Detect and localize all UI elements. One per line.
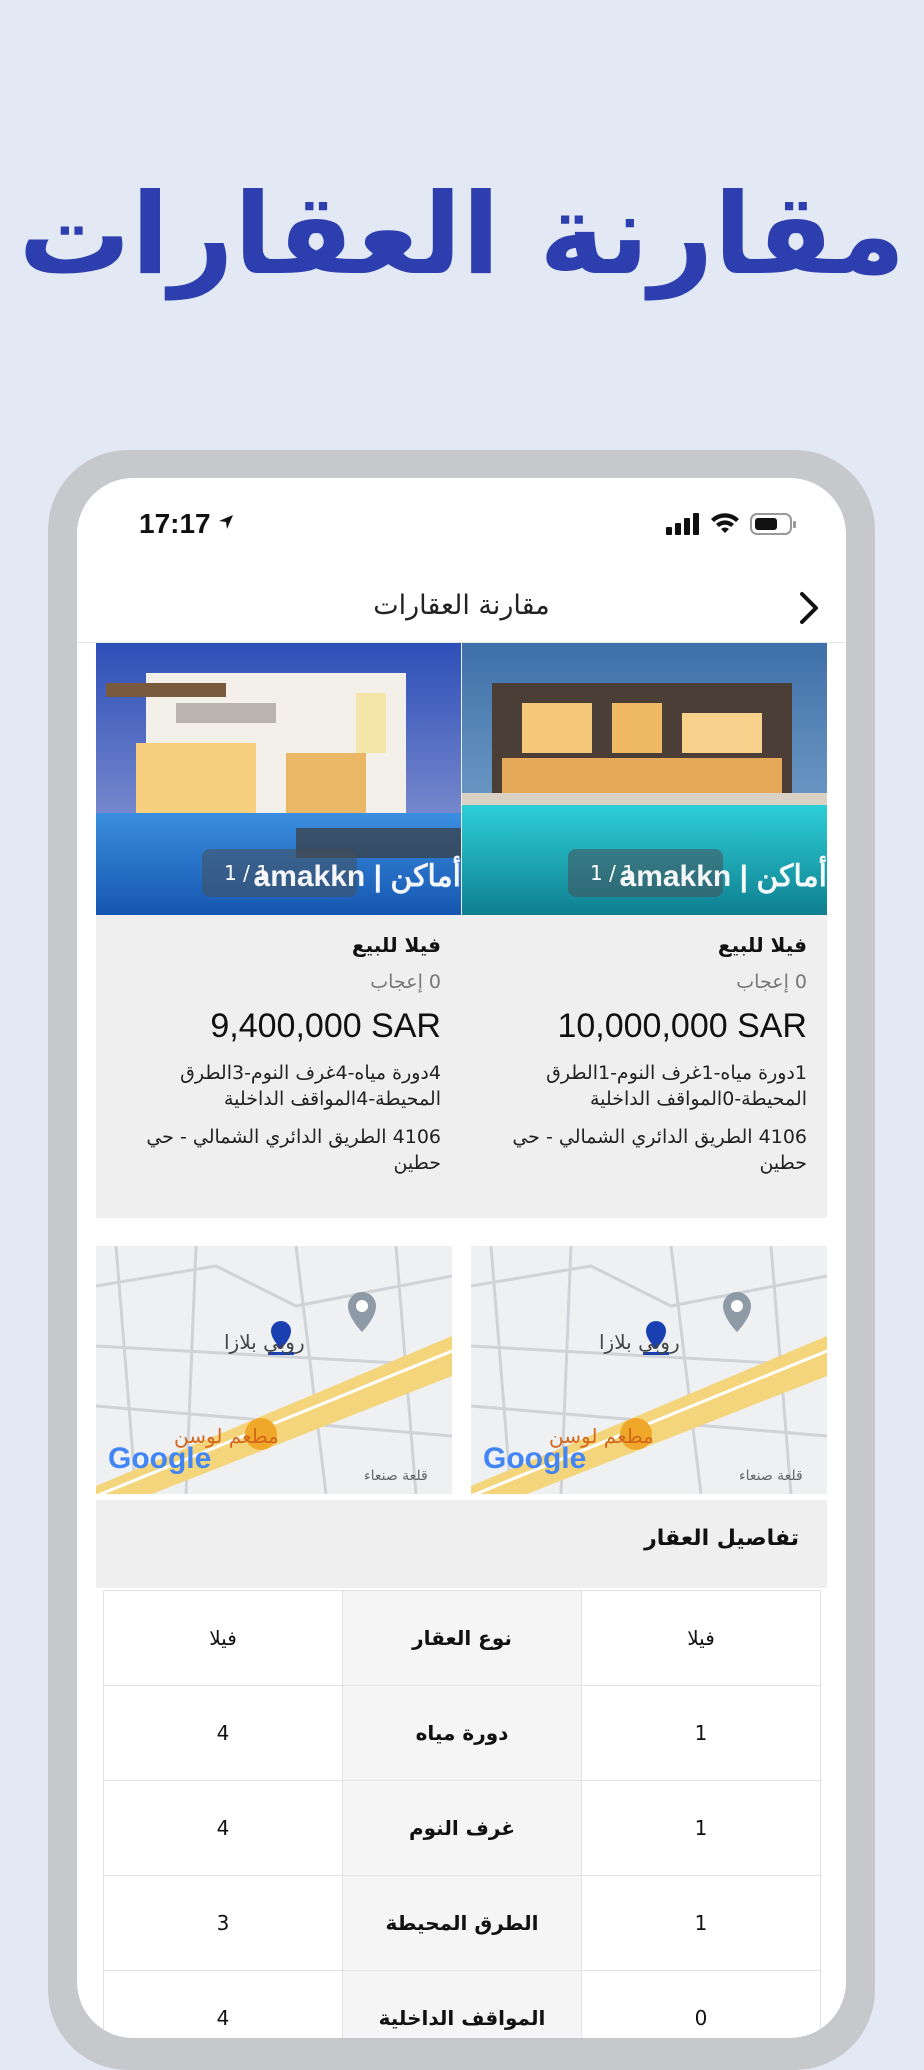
table-cell-right: 1 <box>581 1685 821 1781</box>
property-address: 4106 الطريق الدائري الشمالي - حي حطين <box>146 1126 441 1174</box>
table-cell-label: الطرق المحيطة <box>342 1875 582 1971</box>
table-cell-label: غرف النوم <box>342 1780 582 1876</box>
google-logo: Google <box>483 1442 587 1475</box>
likes-count: 0 إعجاب <box>736 971 807 993</box>
table-row: 4 غرف النوم 1 <box>103 1780 821 1876</box>
page-title: مقارنة العقارات <box>373 590 550 621</box>
property-card-2[interactable]: 1 / 1 amakkn | أماكن فيلا للبيع 0 إعجاب … <box>96 643 461 1218</box>
map-tile-2[interactable]: روبي بلازا مطعم لوسن قلعة صنعاء Google <box>96 1246 452 1494</box>
property-price: 9,400,000 SAR <box>210 1007 441 1045</box>
promo-headline: مقارنة العقارات <box>18 170 906 300</box>
google-logo: Google <box>108 1442 212 1475</box>
status-bar: 17:17 <box>77 478 846 570</box>
nav-bar: مقارنة العقارات <box>77 570 846 643</box>
property-type: فيلا للبيع <box>717 933 807 957</box>
watermark-logo: amakkn | أماكن <box>253 860 461 893</box>
table-row: 3 الطرق المحيطة 1 <box>103 1875 821 1971</box>
likes-count: 0 إعجاب <box>370 971 441 993</box>
details-section-header: تفاصيل العقار <box>96 1500 827 1588</box>
table-cell-label: نوع العقار <box>342 1590 582 1686</box>
property-address: 4106 الطريق الدائري الشمالي - حي حطين <box>512 1126 807 1174</box>
map-street-label: قلعة صنعاء <box>364 1468 428 1484</box>
wifi-icon <box>711 513 739 533</box>
table-cell-right: فيلا <box>581 1590 821 1686</box>
table-row: فيلا نوع العقار فيلا <box>103 1590 821 1686</box>
table-cell-right: 1 <box>581 1875 821 1971</box>
table-cell-right: 0 <box>581 1970 821 2038</box>
property-photo[interactable]: 1 / 1 amakkn | أماكن <box>462 643 827 915</box>
map-street-label: قلعة صنعاء <box>739 1468 803 1484</box>
details-title: تفاصيل العقار <box>644 1526 799 1551</box>
chevron-right-icon[interactable] <box>792 588 826 628</box>
table-cell-left: 4 <box>103 1970 343 2038</box>
table-cell-label: المواقف الداخلية <box>342 1970 582 2038</box>
table-cell-label: دورة مياه <box>342 1685 582 1781</box>
property-type: فيلا للبيع <box>351 933 441 957</box>
map-place-label: روبي بلازا <box>599 1330 680 1354</box>
location-arrow-icon <box>219 515 233 529</box>
property-features: 1دورة مياه-1غرف النوم-1الطرق المحيطة-0ال… <box>546 1062 807 1110</box>
status-time: 17:17 <box>139 508 211 539</box>
table-cell-left: 3 <box>103 1875 343 1971</box>
map-tile-1[interactable]: روبي بلازا مطعم لوسن قلعة صنعاء Google <box>471 1246 827 1494</box>
property-card-1[interactable]: 1 / 1 amakkn | أماكن فيلا للبيع 0 إعجاب … <box>462 643 827 1218</box>
property-features: 4دورة مياه-4غرف النوم-3الطرق المحيطة-4ال… <box>180 1062 441 1110</box>
table-cell-right: 1 <box>581 1780 821 1876</box>
details-table: فيلا نوع العقار فيلا 4 دورة مياه 1 4 غرف… <box>103 1590 821 2038</box>
maps-row: روبي بلازا مطعم لوسن قلعة صنعاء Google ر… <box>96 1246 827 1496</box>
signal-icon <box>666 513 699 535</box>
table-cell-left: 4 <box>103 1685 343 1781</box>
property-cards: 1 / 1 amakkn | أماكن فيلا للبيع 0 إعجاب … <box>96 643 827 1218</box>
table-row: 4 دورة مياه 1 <box>103 1685 821 1781</box>
property-price: 10,000,000 SAR <box>557 1007 807 1045</box>
property-photo[interactable]: 1 / 1 amakkn | أماكن <box>96 643 461 915</box>
table-cell-left: فيلا <box>103 1590 343 1686</box>
phone-screen: 17:17 مقارنة العقارات 1 / 1 amakkn | أما… <box>77 478 846 2038</box>
battery-icon <box>750 513 796 535</box>
table-row: 4 المواقف الداخلية 0 <box>103 1970 821 2038</box>
table-cell-left: 4 <box>103 1780 343 1876</box>
map-place-label: روبي بلازا <box>224 1330 305 1354</box>
watermark-logo: amakkn | أماكن <box>619 860 827 893</box>
